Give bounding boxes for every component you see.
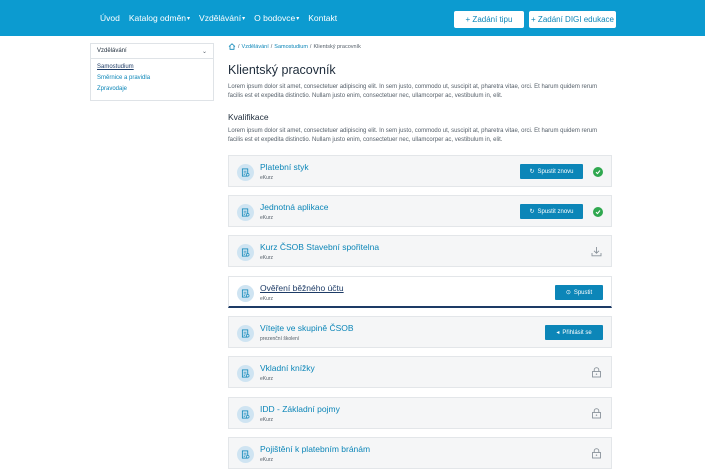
course-title[interactable]: IDD - Základní pojmy [260,404,340,414]
add-tip-button[interactable]: + Zadání tipu [454,11,524,28]
page-intro: Lorem ipsum dolor sit amet, consectetuer… [228,84,598,99]
chevron-down-icon: ▾ [187,16,191,22]
restart-button-label: Spustit znovu [537,208,574,215]
main-content: / Vzdělávání / Samostudium / Klientský p… [228,42,612,145]
course-card[interactable]: Pojištění k platebním bránám eKurz [228,437,612,469]
course-title[interactable]: Pojištění k platebním bránám [260,444,370,454]
course-card[interactable]: Platební styk eKurz ↻ Spustit znovu [228,155,612,187]
start-button-label: Spustit [573,289,593,296]
add-digi-education-button[interactable]: + Zadání DIGI edukace [529,11,616,28]
signup-button-label: Přihlásit se [562,329,592,336]
refresh-icon: ↻ [529,169,535,175]
course-card[interactable]: IDD - Základní pojmy eKurz [228,397,612,429]
sidebar-item-zpravodaje[interactable]: Zpravodaje [91,84,213,95]
signup-arrow-icon: ◂ [556,330,560,336]
course-icon [237,325,254,342]
restart-button[interactable]: ↻ Spustit znovu [520,204,583,219]
breadcrumb-separator: / [238,44,240,50]
breadcrumb: / Vzdělávání / Samostudium / Klientský p… [228,42,612,52]
course-title[interactable]: Vítejte ve skupině ČSOB [260,323,354,333]
nav-item-vzdelavani[interactable]: Vzdělávání▾ [199,13,245,23]
course-title[interactable]: Kurz ČSOB Stavební spořitelna [260,242,379,252]
section-title: Kvalifikace [228,112,269,122]
course-type: eKurz [260,255,274,261]
course-type: eKurz [260,296,274,302]
course-icon [237,446,254,463]
page-title: Klientský pracovník [228,63,336,77]
nav-item-o-bodovce[interactable]: O bodovce▾ [254,13,299,23]
start-button[interactable]: ⊙ Spustit [555,285,603,300]
breadcrumb-vzdelavani[interactable]: Vzdělávání [242,44,269,50]
download-icon[interactable] [591,246,602,257]
nav-item-uvod[interactable]: Úvod [100,13,120,23]
course-card[interactable]: Vítejte ve skupině ČSOB prezenční školen… [228,316,612,348]
course-type: prezenční školení [260,336,300,342]
home-icon[interactable] [228,42,236,52]
breadcrumb-separator: / [309,44,312,50]
breadcrumb-separator: / [270,44,273,50]
course-icon [237,406,254,423]
nav-item-katalog-label: Katalog odměn [128,13,187,23]
lock-icon [592,367,601,378]
course-card[interactable]: Vkladní knížky eKurz [228,356,612,388]
play-circle-icon: ⊙ [565,290,571,296]
top-navbar: Úvod Katalog odměn▾ Vzdělávání▾ O bodovc… [0,0,705,36]
sidebar-item-samostudium[interactable]: Samostudium [91,59,213,73]
course-title[interactable]: Vkladní knížky [260,363,315,373]
course-icon [237,365,254,382]
nav-item-vzdelavani-label: Vzdělávání [199,13,242,23]
course-icon [237,164,254,181]
check-icon [593,167,603,177]
nav-item-kontakt[interactable]: Kontakt [308,13,337,23]
signup-button[interactable]: ◂ Přihlásit se [545,325,603,340]
course-icon [237,285,254,302]
section-intro: Lorem ipsum dolor sit amet, consectetuer… [228,128,598,143]
sidebar-item-smernice[interactable]: Směrnice a pravidla [91,73,213,84]
nav-item-katalog[interactable]: Katalog odměn▾ [129,13,190,23]
sidebar: Vzdělávání ⌄ Samostudium Směrnice a prav… [90,43,214,101]
main-nav: Úvod Katalog odměn▾ Vzdělávání▾ O bodovc… [100,0,337,36]
sidebar-select-value: Vzdělávání [97,48,127,54]
course-card[interactable]: Jednotná aplikace eKurz ↻ Spustit znovu [228,195,612,227]
chevron-down-icon: ▾ [296,16,300,22]
course-type: eKurz [260,215,274,221]
course-title[interactable]: Ověření běžného účtu [260,283,344,293]
breadcrumb-current: Klientský pracovník [313,44,361,50]
sidebar-section-select[interactable]: Vzdělávání ⌄ [91,44,213,59]
chevron-down-icon: ⌄ [201,48,207,55]
course-type: eKurz [260,417,274,423]
breadcrumb-samostudium[interactable]: Samostudium [274,44,308,50]
course-type: eKurz [260,457,274,463]
course-icon [237,204,254,221]
refresh-icon: ↻ [529,209,535,215]
nav-item-o-bodovce-label: O bodovce [254,13,296,23]
course-title[interactable]: Jednotná aplikace [260,202,329,212]
course-type: eKurz [260,376,274,382]
course-card[interactable]: Ověření běžného účtu eKurz ⊙ Spustit [228,276,612,308]
course-title[interactable]: Platební styk [260,162,309,172]
chevron-down-icon: ▾ [242,16,246,22]
course-card[interactable]: Kurz ČSOB Stavební spořitelna eKurz [228,235,612,267]
check-icon [593,207,603,217]
lock-icon [592,448,601,459]
course-type: eKurz [260,175,274,181]
restart-button[interactable]: ↻ Spustit znovu [520,164,583,179]
course-icon [237,244,254,261]
restart-button-label: Spustit znovu [537,168,574,175]
lock-icon [592,408,601,419]
